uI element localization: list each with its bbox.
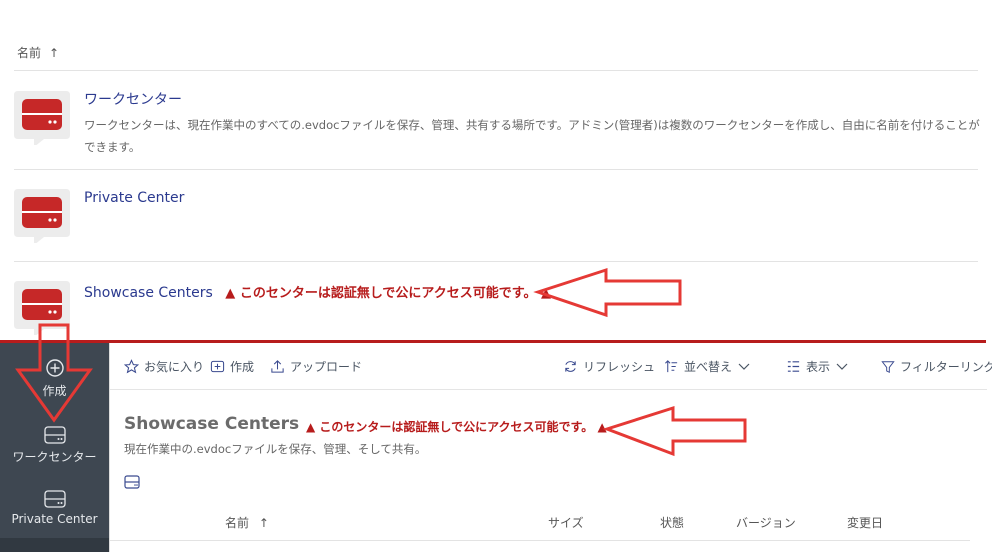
divider [14, 261, 978, 262]
sort-ascending-icon: ↑ [258, 516, 269, 530]
center-drive-icon [14, 91, 70, 145]
center-row-showcase[interactable]: Showcase Centers ▲ このセンターは認証無しで公にアクセス可能で… [14, 279, 978, 339]
column-header-size[interactable]: サイズ [548, 514, 584, 531]
sort-label: 並べ替え [684, 360, 733, 374]
list-view-icon [787, 361, 800, 372]
warning-icon: ▲ [541, 286, 552, 301]
sidebar-item-workcenter[interactable]: ワークセンター [0, 422, 109, 486]
public-access-warning: ▲ このセンターは認証無しで公にアクセス可能です。 ▲ [225, 286, 551, 301]
warning-icon: ▲ [306, 420, 316, 434]
center-title[interactable]: Showcase Centers [84, 285, 213, 301]
view-dropdown[interactable]: 表示 [786, 358, 849, 375]
divider [110, 540, 970, 541]
sort-icon [665, 360, 678, 373]
upload-icon [271, 360, 284, 373]
warning-text: このセンターは認証無しで公にアクセス可能です。 [239, 286, 537, 301]
star-icon [124, 359, 139, 374]
main-content: お気に入り 作成 アップロード リフレッシュ 並べ替え 表示 フィルターリング … [109, 340, 992, 552]
create-button[interactable]: 作成 [210, 358, 254, 375]
center-row-workcenter[interactable]: ワークセンター ワークセンターは、現在作業中のすべての.evdocファイルを保存… [14, 89, 980, 169]
drive-icon [43, 426, 66, 444]
upload-button[interactable]: アップロード [270, 358, 362, 375]
center-title[interactable]: Private Center [84, 190, 184, 206]
page-title: Showcase Centers [124, 414, 300, 434]
drive-icon [124, 475, 140, 489]
center-drive-icon [14, 281, 70, 335]
center-drive-icon [14, 189, 70, 243]
center-description: ワークセンターは、現在作業中のすべての.evdocファイルを保存、管理、共有する… [84, 118, 980, 154]
public-access-warning: ▲ このセンターは認証無しで公にアクセス可能です。 ▲ [306, 418, 607, 435]
sort-ascending-icon: ↑ [49, 45, 60, 60]
sidebar-item-private-center[interactable]: Private Center [0, 486, 109, 540]
sidebar-item-label: Private Center [11, 512, 98, 526]
chevron-down-icon [738, 363, 750, 370]
sidebar-item-label: ワークセンター [12, 450, 97, 464]
sort-dropdown[interactable]: 並べ替え [664, 358, 751, 375]
center-list-panel: 名前 ↑ ワークセンター ワークセンターは、現在作業中のすべての.evdocファ… [0, 0, 992, 340]
name-column-label: 名前 [17, 46, 42, 60]
drive-icon [43, 490, 66, 508]
column-label: 名前 [225, 516, 250, 530]
app-view: 作成 ワークセンター Private Center お気に入り 作成 アップロー… [0, 340, 992, 552]
sidebar: 作成 ワークセンター Private Center [0, 340, 109, 552]
warning-icon: ▲ [597, 420, 607, 434]
upload-label: アップロード [290, 360, 363, 374]
plus-circle-icon [45, 359, 64, 377]
column-header-modified[interactable]: 変更日 [847, 514, 883, 531]
sidebar-item-label: 作成 [42, 384, 67, 398]
sidebar-item-create[interactable]: 作成 [0, 358, 109, 422]
divider [14, 70, 978, 71]
column-header-version[interactable]: バージョン [736, 514, 796, 531]
favorite-label: お気に入り [144, 360, 205, 374]
add-box-icon [210, 360, 225, 373]
view-label: 表示 [806, 360, 831, 374]
center-title-with-warning: Showcase Centers ▲ このセンターは認証無しで公にアクセス可能で… [84, 282, 551, 301]
toolbar: お気に入り 作成 アップロード リフレッシュ 並べ替え 表示 フィルターリング [110, 340, 992, 390]
warning-text: このセンターは認証無しで公にアクセス可能です。 [319, 420, 594, 434]
refresh-button[interactable]: リフレッシュ [563, 358, 655, 375]
refresh-label: リフレッシュ [583, 360, 656, 374]
center-title[interactable]: ワークセンター [84, 89, 182, 109]
warning-icon: ▲ [225, 286, 236, 301]
name-sort-header[interactable]: 名前 ↑ [17, 44, 59, 61]
page-description: 現在作業中の.evdocファイルを保存、管理、そして共有。 [124, 442, 427, 456]
filter-button[interactable]: フィルターリング [881, 358, 992, 375]
favorite-button[interactable]: お気に入り [124, 358, 204, 375]
divider [14, 169, 978, 170]
create-label: 作成 [230, 360, 255, 374]
center-row-private[interactable]: Private Center [14, 187, 978, 257]
screenshot-separator [0, 340, 986, 343]
filter-label: フィルターリング [900, 360, 992, 374]
refresh-icon [565, 361, 576, 372]
column-header-name[interactable]: 名前 ↑ [225, 514, 269, 531]
filter-icon [881, 360, 895, 373]
sidebar-item-active[interactable] [0, 538, 109, 552]
column-header-status[interactable]: 状態 [660, 514, 684, 531]
chevron-down-icon [836, 363, 848, 370]
